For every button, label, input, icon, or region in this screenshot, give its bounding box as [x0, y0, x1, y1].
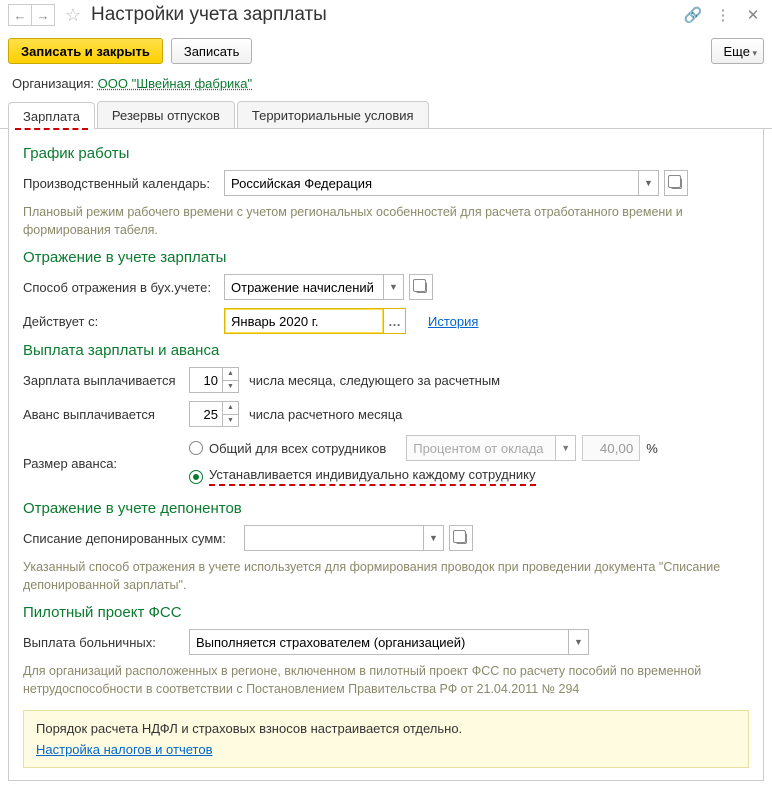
calendar-input[interactable] [224, 170, 639, 196]
salary-day-input[interactable] [189, 367, 223, 393]
salary-day-up[interactable]: ▲ [223, 368, 238, 381]
more-button[interactable]: Еще [711, 38, 764, 64]
advance-paid-label: Аванс выплачивается [23, 407, 183, 422]
writeoff-label: Списание депонированных сумм: [23, 531, 238, 546]
radio-individual[interactable] [189, 470, 203, 484]
write-button[interactable]: Записать [171, 38, 253, 64]
tax-settings-link[interactable]: Настройка налогов и отчетов [36, 742, 212, 757]
radio-individual-label[interactable]: Устанавливается индивидуально каждому со… [209, 467, 536, 486]
fss-hint: Для организаций расположенных в регионе,… [23, 663, 749, 698]
close-icon[interactable]: ✕ [742, 4, 764, 26]
window-title: Настройки учета зарплаты [91, 4, 674, 26]
tab-reserves[interactable]: Резервы отпусков [97, 101, 235, 128]
sickpay-label: Выплата больничных: [23, 635, 183, 650]
radio-common-label[interactable]: Общий для всех сотрудников [209, 441, 386, 456]
sickpay-input[interactable] [189, 629, 569, 655]
history-link[interactable]: История [428, 314, 478, 329]
favorite-button[interactable]: ☆ [61, 4, 85, 26]
info-text: Порядок расчета НДФЛ и страховых взносов… [36, 721, 736, 736]
info-box: Порядок расчета НДФЛ и страховых взносов… [23, 710, 749, 768]
advance-day-input[interactable] [189, 401, 223, 427]
valid-from-label: Действует с: [23, 314, 218, 329]
method-open-button[interactable] [409, 274, 433, 300]
section-deponents-title: Отражение в учете депонентов [23, 500, 749, 517]
percent-type-dropdown: ▼ [556, 435, 576, 461]
writeoff-dropdown[interactable]: ▼ [424, 525, 444, 551]
menu-kebab-icon[interactable]: ⋮ [712, 4, 734, 26]
back-button[interactable]: ← [8, 4, 32, 26]
write-close-button[interactable]: Записать и закрыть [8, 38, 163, 64]
tab-territorial[interactable]: Территориальные условия [237, 101, 429, 128]
writeoff-input[interactable] [244, 525, 424, 551]
section-schedule-title: График работы [23, 145, 749, 162]
salary-day-down[interactable]: ▼ [223, 381, 238, 393]
salary-paid-label: Зарплата выплачивается [23, 373, 183, 388]
valid-from-picker[interactable]: … [384, 308, 406, 334]
open-icon [416, 282, 427, 293]
schedule-hint: Плановый режим рабочего времени с учетом… [23, 204, 749, 239]
forward-button[interactable]: → [31, 4, 55, 26]
calendar-label: Производственный календарь: [23, 176, 218, 191]
method-input[interactable] [224, 274, 384, 300]
method-dropdown[interactable]: ▼ [384, 274, 404, 300]
method-label: Способ отражения в бух.учете: [23, 280, 218, 295]
advance-size-label: Размер аванса: [23, 456, 183, 471]
radio-common[interactable] [189, 441, 203, 455]
calendar-open-button[interactable] [664, 170, 688, 196]
percent-value-input [582, 435, 640, 461]
open-icon [671, 178, 682, 189]
advance-day-down[interactable]: ▼ [223, 415, 238, 427]
organization-link[interactable]: ООО "Швейная фабрика" [98, 76, 252, 91]
percent-type-input [406, 435, 556, 461]
valid-from-input[interactable] [224, 308, 384, 334]
open-icon [456, 533, 467, 544]
section-accounting-title: Отражение в учете зарплаты [23, 249, 749, 266]
calendar-dropdown[interactable]: ▼ [639, 170, 659, 196]
tab-salary[interactable]: Зарплата [8, 102, 95, 129]
advance-suffix: числа расчетного месяца [249, 407, 402, 422]
section-payment-title: Выплата зарплаты и аванса [23, 342, 749, 359]
sickpay-dropdown[interactable]: ▼ [569, 629, 589, 655]
salary-suffix: числа месяца, следующего за расчетным [249, 373, 500, 388]
organization-label: Организация: [12, 76, 94, 91]
writeoff-open-button[interactable] [449, 525, 473, 551]
percent-sign: % [646, 441, 658, 456]
link-icon[interactable]: 🔗 [682, 4, 704, 26]
deponents-hint: Указанный способ отражения в учете испол… [23, 559, 749, 594]
advance-day-up[interactable]: ▲ [223, 402, 238, 415]
section-fss-title: Пилотный проект ФСС [23, 604, 749, 621]
